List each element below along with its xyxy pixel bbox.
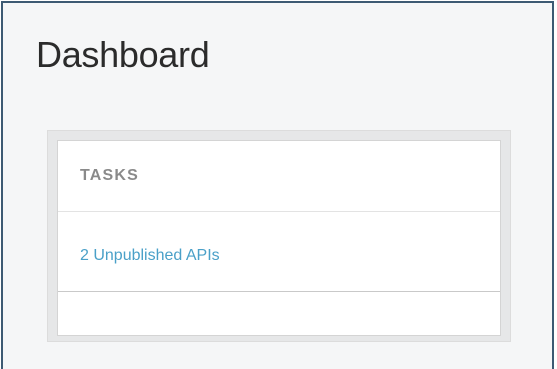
list-item: 2 Unpublished APIs: [58, 212, 500, 292]
tasks-widget: TASKS 2 Unpublished APIs: [57, 140, 501, 336]
tasks-widget-header: TASKS: [58, 141, 500, 212]
unpublished-apis-link[interactable]: 2 Unpublished APIs: [80, 247, 220, 265]
page-title: Dashboard: [36, 34, 210, 75]
tasks-widget-title: TASKS: [80, 167, 140, 184]
tasks-widget-container: TASKS 2 Unpublished APIs: [47, 130, 511, 342]
dashboard-panel: Dashboard TASKS 2 Unpublished APIs: [1, 1, 554, 369]
